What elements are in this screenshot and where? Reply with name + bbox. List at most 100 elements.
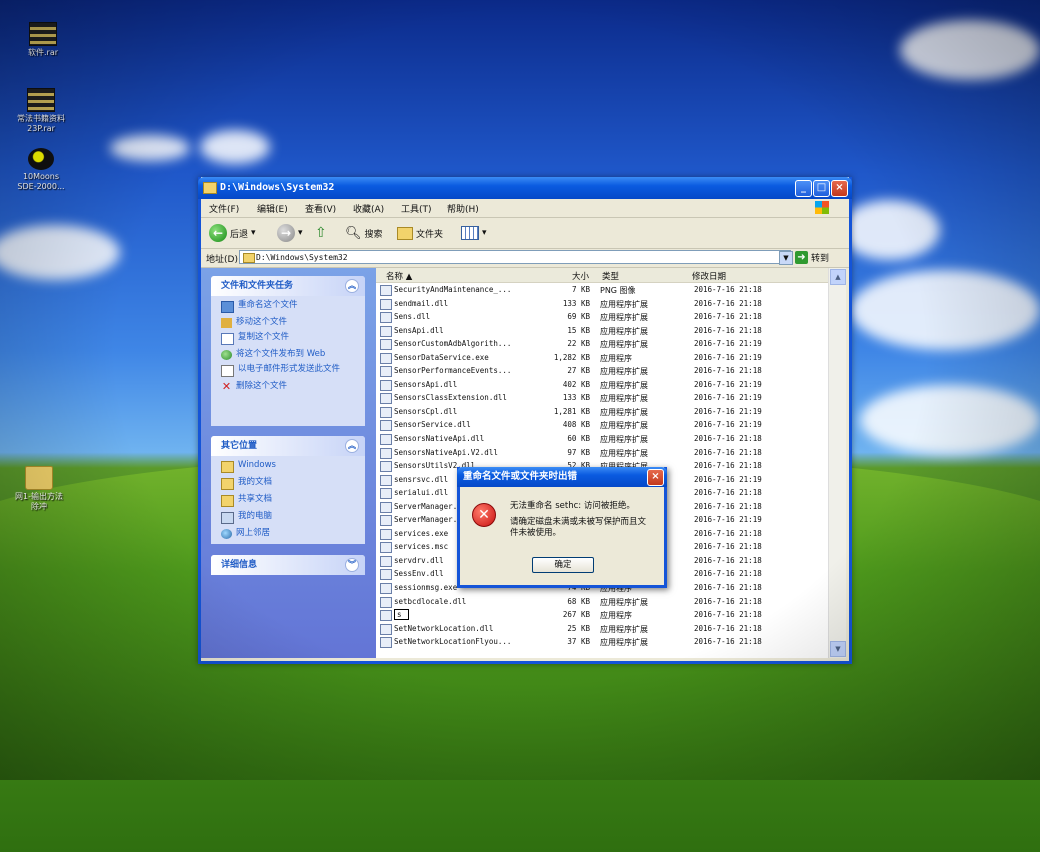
table-row[interactable]: SensorsNativeApi.V2.dll 97 KB 应用程序扩展 2016-7… bbox=[376, 446, 828, 460]
column-name[interactable]: 名称 ▲ bbox=[386, 270, 412, 282]
search-button[interactable]: 🔍︎ 搜索 bbox=[345, 223, 383, 243]
file-rows: SecurityAndMaintenance_... 7 KB PNG 图像 2016… bbox=[376, 283, 828, 649]
folders-button[interactable]: 文件夹 bbox=[397, 223, 443, 243]
chevron-down-icon[interactable]: ▾ bbox=[251, 228, 256, 238]
up-button[interactable]: ⇧ bbox=[315, 223, 327, 243]
file-size: 97 KB bbox=[567, 447, 590, 457]
column-size[interactable]: 大小 bbox=[572, 270, 589, 282]
task-email[interactable]: 以电子邮件形式发送此文件 bbox=[221, 364, 359, 377]
place-my-computer[interactable]: 我的电脑 bbox=[221, 511, 359, 524]
column-modified[interactable]: 修改日期 bbox=[692, 270, 726, 282]
file-icon bbox=[380, 406, 392, 418]
file-name: setbcdlocale.dll bbox=[394, 596, 467, 606]
vertical-scrollbar[interactable]: ▲ ▼ bbox=[828, 268, 846, 658]
table-row[interactable]: sendmail.dll 133 KB 应用程序扩展 2016-7-16 21:18 bbox=[376, 297, 828, 311]
expand-icon[interactable]: ︾ bbox=[345, 558, 359, 572]
file-name: serialui.dll bbox=[394, 488, 449, 498]
minimize-button[interactable]: _ bbox=[795, 180, 812, 197]
place-shared-documents[interactable]: 共享文档 bbox=[221, 494, 359, 507]
back-label: 后退 bbox=[230, 229, 249, 240]
desktop-icon-1[interactable]: 软件.rar bbox=[8, 22, 78, 58]
windows-logo-icon bbox=[815, 201, 829, 214]
file-size: 37 KB bbox=[567, 637, 590, 647]
close-button[interactable]: × bbox=[831, 180, 848, 197]
address-dropdown-button[interactable]: ▼ bbox=[779, 251, 793, 265]
collapse-icon[interactable]: ︽ bbox=[345, 439, 359, 453]
panel-header[interactable]: 详细信息 ︾ bbox=[211, 555, 365, 575]
scroll-up-icon[interactable]: ▲ bbox=[830, 269, 846, 285]
error-dialog: 重命名文件或文件夹时出错 × ✕ 无法重命名 sethc: 访问被拒绝。 请确定… bbox=[457, 467, 667, 588]
file-name: SensorPerformanceEvents... bbox=[394, 366, 512, 376]
table-row[interactable]: SensorsCpl.dll 1,281 KB 应用程序扩展 2016-7-16 21… bbox=[376, 405, 828, 419]
table-row[interactable]: SensorCustomAdbAlgorith... 22 KB 应用程序扩展 201… bbox=[376, 337, 828, 351]
panel-header[interactable]: 其它位置 ︽ bbox=[211, 436, 365, 456]
desktop-icon-4[interactable]: 网1-输出方法 除冲 bbox=[4, 466, 74, 512]
menu-view[interactable]: 查看(V) bbox=[305, 202, 336, 215]
table-row[interactable]: SensorsClassExtension.dll 133 KB 应用程序扩展 201… bbox=[376, 391, 828, 405]
menu-tools[interactable]: 工具(T) bbox=[401, 202, 432, 215]
table-row[interactable]: SensorsNativeApi.dll 60 KB 应用程序扩展 2016-7-16… bbox=[376, 432, 828, 446]
address-input[interactable]: D:\Windows\System32 bbox=[239, 250, 791, 264]
collapse-icon[interactable]: ︽ bbox=[345, 279, 359, 293]
file-type: 应用程序扩展 bbox=[600, 380, 648, 390]
menu-favorites[interactable]: 收藏(A) bbox=[353, 202, 384, 215]
table-row[interactable]: SecurityAndMaintenance_... 7 KB PNG 图像 2016… bbox=[376, 283, 828, 297]
details-panel: 详细信息 ︾ bbox=[211, 555, 365, 575]
task-move[interactable]: 移动这个文件 bbox=[221, 317, 359, 328]
folder-icon bbox=[203, 182, 217, 194]
computer-icon bbox=[221, 512, 234, 524]
file-date: 2016-7-16 21:18 bbox=[694, 596, 762, 606]
table-row[interactable]: SensorPerformanceEvents... 27 KB 应用程序扩展 201… bbox=[376, 364, 828, 378]
views-button[interactable]: ▾ bbox=[461, 223, 487, 243]
file-icon bbox=[380, 461, 392, 473]
forward-button[interactable]: → ▾ bbox=[277, 223, 303, 243]
table-row[interactable]: SetNetworkLocation.dll 25 KB 应用程序扩展 2016-7-… bbox=[376, 622, 828, 636]
file-name: servdrv.dll bbox=[394, 555, 444, 565]
task-publish-web[interactable]: 将这个文件发布到 Web bbox=[221, 349, 359, 360]
table-row[interactable]: SetNetworkLocationFlyou... 37 KB 应用程序扩展 201… bbox=[376, 635, 828, 649]
back-button[interactable]: ← 后退 ▾ bbox=[209, 223, 256, 243]
task-copy[interactable]: 复制这个文件 bbox=[221, 332, 359, 345]
column-type[interactable]: 类型 bbox=[602, 270, 619, 282]
file-size: 15 KB bbox=[567, 325, 590, 335]
dialog-close-button[interactable]: × bbox=[647, 469, 664, 486]
table-row[interactable]: SensApi.dll 15 KB 应用程序扩展 2016-7-16 21:18 bbox=[376, 324, 828, 338]
task-label: 将这个文件发布到 Web bbox=[236, 349, 326, 359]
file-name: sensrsvc.dll bbox=[394, 474, 449, 484]
column-header-row: 名称 ▲ 大小 类型 修改日期 bbox=[376, 268, 828, 283]
rename-input[interactable]: s bbox=[394, 609, 409, 621]
table-row[interactable]: SensorsApi.dll 402 KB 应用程序扩展 2016-7-16 21:1… bbox=[376, 378, 828, 392]
file-date: 2016-7-16 21:19 bbox=[694, 393, 762, 403]
panel-header[interactable]: 文件和文件夹任务 ︽ bbox=[211, 276, 365, 296]
place-my-documents[interactable]: 我的文档 bbox=[221, 477, 359, 490]
menu-edit[interactable]: 编辑(E) bbox=[257, 202, 288, 215]
dialog-title-bar[interactable]: 重命名文件或文件夹时出错 × bbox=[457, 467, 667, 487]
file-date: 2016-7-16 21:18 bbox=[694, 501, 762, 511]
go-button[interactable]: ➜ 转到 bbox=[795, 251, 829, 264]
title-bar[interactable]: D:\Windows\System32 _ □ × bbox=[198, 177, 852, 199]
menu-file[interactable]: 文件(F) bbox=[209, 202, 239, 215]
task-rename[interactable]: 重命名这个文件 bbox=[221, 300, 359, 313]
file-type: 应用程序扩展 bbox=[600, 340, 648, 350]
maximize-button[interactable]: □ bbox=[813, 180, 830, 197]
desktop-icon-2[interactable]: 常法书籍资料 23P.rar bbox=[6, 88, 76, 134]
file-icon bbox=[380, 610, 392, 622]
task-delete[interactable]: ✕ 删除这个文件 bbox=[221, 381, 359, 392]
back-arrow-icon: ← bbox=[209, 224, 227, 242]
scroll-down-icon[interactable]: ▼ bbox=[830, 641, 846, 657]
table-row[interactable]: s 267 KB 应用程序 2016-7-16 21:18 bbox=[376, 608, 828, 622]
place-windows[interactable]: Windows bbox=[221, 460, 359, 473]
menu-help[interactable]: 帮助(H) bbox=[447, 202, 479, 215]
file-date: 2016-7-16 21:19 bbox=[694, 420, 762, 430]
desktop-icon-3[interactable]: 10Moons SDE-2000... bbox=[6, 148, 76, 192]
table-row[interactable]: SensorDataService.exe 1,282 KB 应用程序 2016-7-… bbox=[376, 351, 828, 365]
copy-icon bbox=[221, 333, 234, 345]
file-icon bbox=[380, 285, 392, 296]
file-name: services.exe bbox=[394, 528, 449, 538]
table-row[interactable]: SensorService.dll 408 KB 应用程序扩展 2016-7-16 2… bbox=[376, 418, 828, 432]
table-row[interactable]: Sens.dll 69 KB 应用程序扩展 2016-7-16 21:18 bbox=[376, 310, 828, 324]
place-network[interactable]: 网上邻居 bbox=[221, 528, 359, 539]
table-row[interactable]: setbcdlocale.dll 68 KB 应用程序扩展 2016-7-16 21:… bbox=[376, 595, 828, 609]
ok-button[interactable]: 确定 bbox=[532, 557, 594, 573]
chevron-down-icon[interactable]: ▾ bbox=[298, 228, 303, 238]
